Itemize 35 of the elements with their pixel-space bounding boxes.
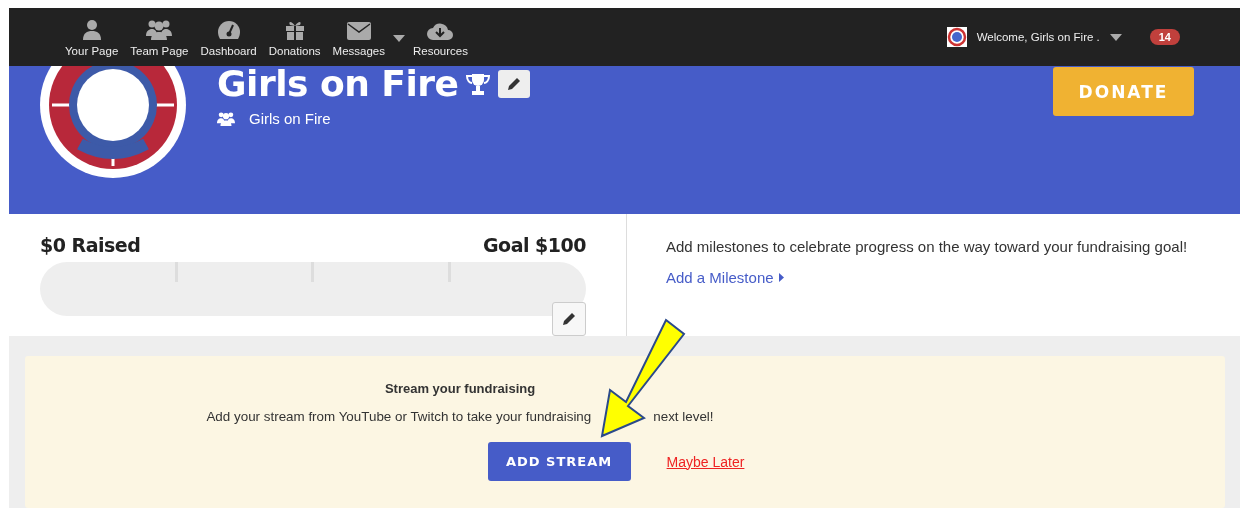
add-milestone-link[interactable]: Add a Milestone bbox=[666, 269, 784, 286]
pencil-icon bbox=[562, 312, 576, 326]
stream-title: Stream your fundraising bbox=[384, 381, 536, 396]
gift-icon bbox=[284, 20, 305, 40]
group-icon bbox=[217, 110, 235, 127]
nav-item[interactable]: Dashboard bbox=[194, 17, 263, 57]
milestones-text: Add milestones to celebrate progress on the way toward your fundraising goal! bbox=[666, 238, 1189, 255]
envelope-icon bbox=[346, 22, 371, 40]
raised-amount: $0 Raised bbox=[40, 234, 141, 256]
nav-item[interactable]: Team Page bbox=[124, 17, 195, 57]
nav-item[interactable]: Donations bbox=[262, 17, 327, 57]
edit-button[interactable] bbox=[498, 70, 531, 98]
group-icon bbox=[146, 20, 173, 40]
notification-badge[interactable]: 14 bbox=[1149, 29, 1180, 45]
goal-amount: Goal $100 bbox=[483, 234, 586, 256]
cloud-download-icon bbox=[427, 22, 454, 40]
edit-goal-button[interactable] bbox=[552, 302, 586, 336]
maybe-later-link[interactable]: Maybe Later bbox=[666, 453, 745, 470]
stream-description: next level! bbox=[653, 409, 714, 424]
user-avatar-icon[interactable] bbox=[946, 27, 967, 47]
welcome-text[interactable]: Welcome, Girls on Fire . bbox=[976, 31, 1100, 43]
trophy-icon bbox=[466, 72, 491, 96]
page-title: Girls on Fire bbox=[217, 66, 459, 102]
add-stream-button[interactable]: ADD STREAM bbox=[487, 442, 631, 481]
nav-item[interactable]: Messages bbox=[326, 17, 407, 57]
team-name[interactable]: Girls on Fire bbox=[249, 110, 331, 127]
caret-icon bbox=[778, 273, 784, 282]
nav-item[interactable]: Your Page bbox=[59, 17, 125, 57]
person-icon bbox=[82, 20, 101, 40]
nav-item[interactable]: Resources bbox=[406, 17, 474, 57]
gauge-icon bbox=[216, 20, 241, 40]
caret-icon bbox=[392, 35, 405, 42]
pencil-icon bbox=[507, 77, 522, 91]
stream-description: Add your stream from YouTube or Twitch to take your fundraising bbox=[206, 409, 592, 424]
caret-icon bbox=[1109, 33, 1122, 41]
